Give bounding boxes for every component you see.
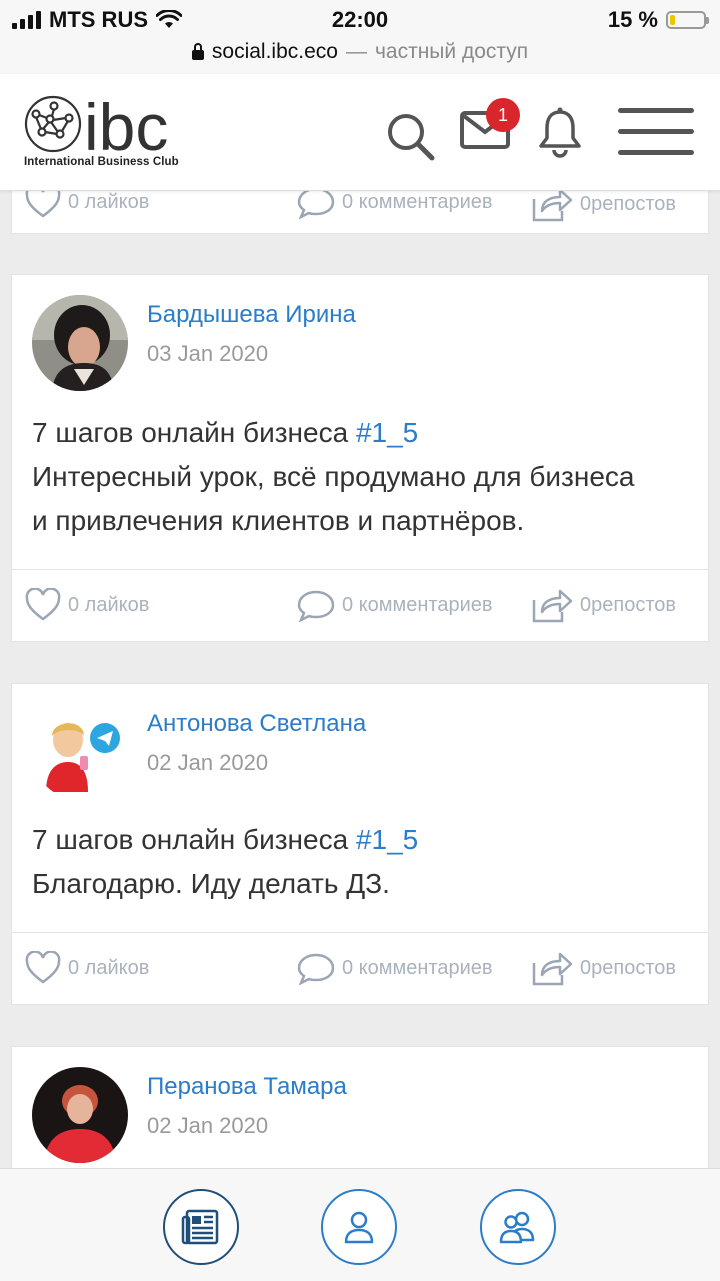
logo-caption: International Business Club: [24, 156, 179, 168]
battery-icon: [666, 11, 709, 29]
url-access-status: частный доступ: [374, 40, 529, 63]
search-icon[interactable]: [384, 110, 436, 162]
hashtag-link[interactable]: #1_5: [356, 824, 418, 855]
comments-count: 0 комментариев: [342, 593, 493, 616]
like-button[interactable]: 0 лайков: [24, 588, 149, 622]
post-date: 03 Jan 2020: [147, 341, 269, 366]
comments-count: 0 комментариев: [342, 190, 493, 213]
battery-percent: 15 %: [607, 7, 658, 32]
logo-text: ibc: [84, 92, 168, 164]
post-title: 7 шагов онлайн бизнеса: [32, 824, 349, 855]
post-date: 02 Jan 2020: [147, 750, 269, 775]
reposts-count: 0репостов: [580, 593, 677, 616]
author-name[interactable]: Антонова Светлана: [147, 710, 366, 738]
likes-count: 0 лайков: [68, 593, 150, 616]
avatar[interactable]: [32, 1067, 128, 1163]
news-feed-icon: [181, 1209, 219, 1245]
heart-icon: [25, 951, 61, 984]
post-body-line: и привлечения клиентов и партнёров.: [32, 505, 525, 536]
messages-badge[interactable]: 1: [486, 98, 520, 132]
post-card: Перанова Тамара 02 Jan 2020: [11, 1046, 709, 1186]
likes-count: 0 лайков: [68, 190, 150, 213]
post-actions: 0 лайков 0 комментариев 0репостов: [12, 569, 708, 642]
comment-icon: [297, 953, 335, 985]
post-text: 7 шагов онлайн бизнеса #1_5 Интересный у…: [32, 411, 688, 543]
groups-icon: [499, 1211, 535, 1244]
post-title-line: 7 шагов онлайн бизнеса #1_5: [32, 411, 688, 455]
repost-button[interactable]: 0репостов: [530, 949, 676, 987]
lock-icon: [191, 43, 204, 60]
nav-profile[interactable]: [321, 1189, 397, 1265]
like-button[interactable]: 0 лайков: [24, 951, 149, 985]
comments-count: 0 комментариев: [342, 956, 493, 979]
site-header: ibc International Business Club 1: [0, 74, 720, 191]
post-date: 02 Jan 2020: [147, 1113, 269, 1138]
globe-network-icon: [24, 95, 82, 153]
comment-button[interactable]: 0 комментариев: [296, 588, 493, 622]
reposts-count: 0репостов: [580, 956, 677, 979]
bell-icon[interactable]: [536, 106, 584, 158]
post-body-line: Благодарю. Иду делать ДЗ.: [32, 868, 390, 899]
author-name[interactable]: Бардышева Ирина: [147, 301, 356, 329]
post-body-line: Интересный урок, всё продумано для бизне…: [32, 461, 635, 492]
repost-button[interactable]: 0репостов: [530, 586, 676, 624]
post-card: Антонова Светлана 02 Jan 2020 7 шагов он…: [11, 683, 709, 1005]
status-bar: MTS RUS 22:00 15 %: [0, 0, 720, 38]
avatar[interactable]: [32, 704, 128, 800]
comment-button[interactable]: 0 комментариев: [296, 951, 493, 985]
comment-icon: [297, 590, 335, 622]
profile-icon: [344, 1211, 374, 1244]
heart-icon: [25, 588, 61, 621]
share-icon: [532, 952, 573, 986]
avatar[interactable]: [32, 295, 128, 391]
post-title-line: 7 шагов онлайн бизнеса #1_5: [32, 818, 688, 862]
author-name[interactable]: Перанова Тамара: [147, 1073, 347, 1101]
likes-count: 0 лайков: [68, 956, 150, 979]
post-text: 7 шагов онлайн бизнеса #1_5 Благодарю. И…: [32, 818, 688, 906]
address-bar[interactable]: social.ibc.eco — частный доступ: [0, 38, 720, 74]
hashtag-link[interactable]: #1_5: [356, 417, 418, 448]
share-icon: [532, 589, 573, 623]
bottom-nav: [0, 1168, 720, 1281]
post-actions: 0 лайков 0 комментариев 0репостов: [12, 932, 708, 1005]
reposts-count: 0репостов: [580, 192, 677, 215]
post-card: Бардышева Ирина 03 Jan 2020 7 шагов онла…: [11, 274, 709, 642]
url-domain: social.ibc.eco: [211, 40, 338, 63]
menu-icon[interactable]: [616, 106, 696, 158]
nav-groups[interactable]: [480, 1189, 556, 1265]
post-title: 7 шагов онлайн бизнеса: [32, 417, 349, 448]
nav-news-feed[interactable]: [163, 1189, 239, 1265]
url-separator: —: [345, 40, 367, 63]
